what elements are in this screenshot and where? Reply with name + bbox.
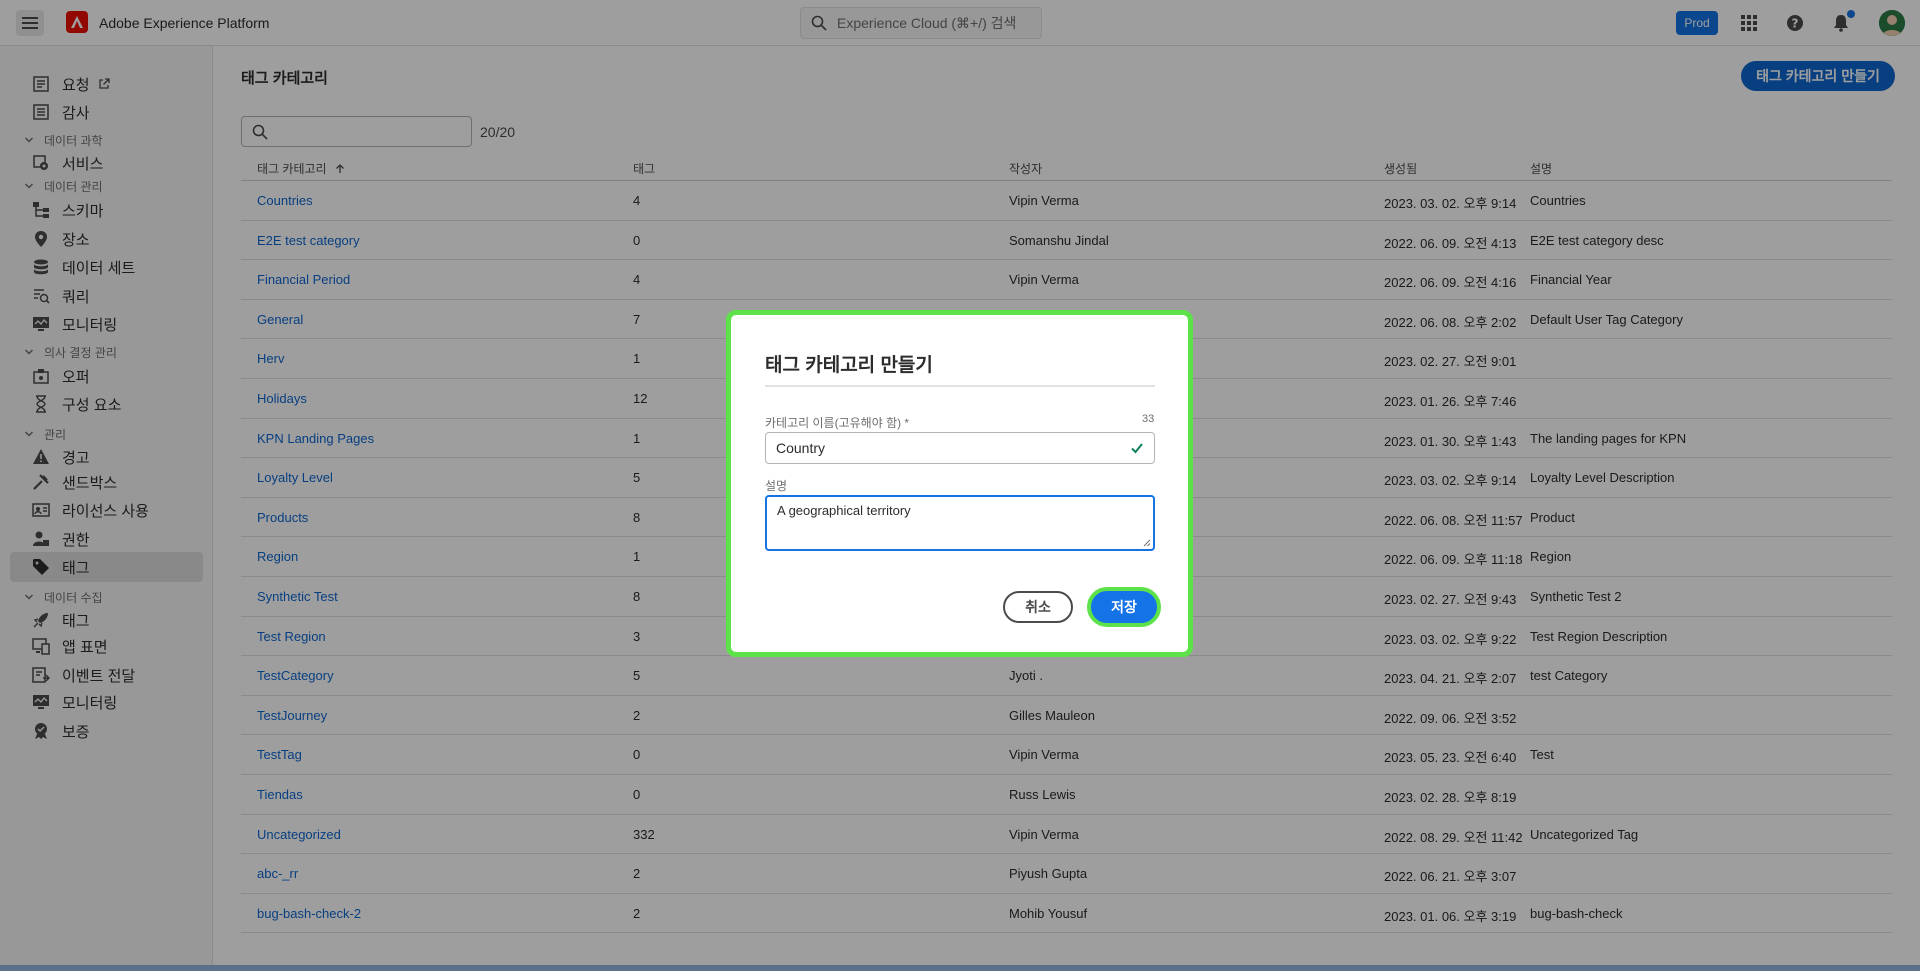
- category-name-input[interactable]: Country: [765, 432, 1155, 464]
- description-label: 설명: [765, 479, 788, 493]
- character-count: 33: [1142, 413, 1155, 425]
- dialog-title: 태그 카테고리 만들기: [765, 355, 933, 376]
- cancel-button[interactable]: 취소: [1003, 591, 1073, 623]
- description-value: A geographical territory: [777, 503, 911, 518]
- category-name-value: Country: [776, 440, 826, 456]
- dialog-divider: [765, 385, 1155, 387]
- description-textarea[interactable]: A geographical territory: [765, 495, 1155, 551]
- bottom-edge-strip: [0, 965, 1920, 971]
- category-name-label: 카테고리 이름(고유해야 함) *: [765, 416, 910, 430]
- checkmark-icon: [1131, 443, 1143, 454]
- save-button[interactable]: 저장: [1087, 587, 1161, 627]
- create-tag-category-dialog: 태그 카테고리 만들기 카테고리 이름(고유해야 함) * 33 Country…: [726, 310, 1193, 657]
- resize-handle-icon[interactable]: [1143, 539, 1151, 547]
